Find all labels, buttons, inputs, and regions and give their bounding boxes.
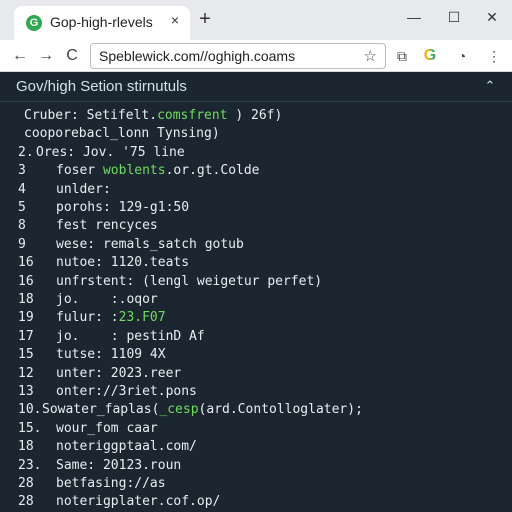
back-icon[interactable]: ← bbox=[10, 46, 30, 66]
line-text: wese: remals_satch gotub bbox=[56, 236, 244, 252]
line-number: 18 bbox=[18, 292, 34, 307]
line-number: 4 bbox=[18, 181, 26, 197]
tab-title: Gop-high-rlevels bbox=[50, 14, 153, 30]
line-text: Same: 20123.roun bbox=[56, 457, 182, 473]
line-text: fest rencyces bbox=[56, 218, 158, 234]
line-number: 13 bbox=[18, 384, 34, 399]
new-tab-button[interactable]: + bbox=[194, 9, 216, 31]
line-number: 5 bbox=[18, 200, 26, 215]
line-number: 9 bbox=[18, 236, 26, 252]
code-line: 4 unlder: bbox=[0, 182, 512, 200]
line-text: betfasing://as bbox=[56, 476, 166, 491]
address-bar-url: Speblewick.com//oghigh.coams bbox=[99, 48, 296, 64]
highlighted-token: woblents bbox=[102, 163, 166, 179]
tab-favicon-icon: G bbox=[26, 15, 42, 31]
code-line: 2. Ores: Jov. '75 line bbox=[0, 145, 512, 163]
line-text: nutoe: 1120.teats bbox=[56, 255, 190, 271]
line-number: 18 bbox=[18, 439, 34, 455]
tab-close-icon[interactable]: × bbox=[166, 11, 184, 29]
code-line: Cruber: Setifelt.comsfrent ) 26f) bbox=[0, 108, 512, 126]
code-line: 18 jo. :.oqor bbox=[0, 292, 512, 310]
line-text: Ores: Jov. '75 line bbox=[36, 144, 185, 160]
line-text: porohs: 129-g1:50 bbox=[56, 200, 190, 215]
line-text: cooporebacl_lonn Tynsing) bbox=[24, 126, 220, 142]
extension-icon[interactable]: ⧉ bbox=[392, 46, 412, 66]
code-line: cooporebacl_lonn Tynsing) bbox=[0, 126, 512, 144]
line-number: 15 bbox=[18, 347, 34, 363]
code-line: 16 nutoe: 1120.teats bbox=[0, 255, 512, 273]
google-extension-icon[interactable]: G bbox=[420, 46, 440, 66]
code-line: 10. Sowater_faplas(_cesp(ard.Contolloglat… bbox=[0, 402, 512, 420]
browser-toolbar: ← → C Speblewick.com//oghigh.coams ☆ ⧉ G… bbox=[0, 40, 512, 72]
code-line: 5 porohs: 129-g1:50 bbox=[0, 200, 512, 218]
minimize-button[interactable]: — bbox=[400, 6, 428, 28]
code-line: 17 jo. : pestinD Af bbox=[0, 329, 512, 347]
line-number: 23. bbox=[18, 457, 42, 473]
line-text: Cruber: Setifelt.comsfrent ) 26f) bbox=[24, 108, 283, 123]
line-text: foser woblents.or.gt.Colde bbox=[56, 163, 260, 179]
code-line: 3 foser woblents.or.gt.Colde bbox=[0, 163, 512, 181]
code-line: 15. wour_fom caar bbox=[0, 421, 512, 439]
line-text: tutse: 1109 4X bbox=[56, 347, 166, 363]
profile-icon[interactable]: ◔ bbox=[452, 46, 472, 66]
code-line: 12 unter: 2023.reer bbox=[0, 366, 512, 384]
code-line: 9 wese: remals_satch gotub bbox=[0, 237, 512, 255]
bookmark-star-icon[interactable]: ☆ bbox=[364, 47, 377, 65]
code-panel: Gov/high Setion stirnutuls ⌃ Cruber: Set… bbox=[0, 72, 512, 512]
highlighted-token: _cesp bbox=[159, 402, 199, 418]
forward-icon[interactable]: → bbox=[36, 46, 56, 66]
line-number: 8 bbox=[18, 218, 26, 234]
line-text: Sowater_faplas(_cesp(ard.Contolloglater)… bbox=[42, 402, 363, 418]
highlighted-token: 23.F07 bbox=[118, 310, 166, 326]
code-line: 18 noteriggptaal.com/ bbox=[0, 439, 512, 457]
line-number: 16 bbox=[18, 255, 34, 271]
code-line: 15 tutse: 1109 4X bbox=[0, 347, 512, 365]
line-number: 28 bbox=[18, 494, 34, 510]
reload-icon[interactable]: C bbox=[62, 46, 82, 66]
window-close-button[interactable]: ✕ bbox=[478, 6, 506, 28]
code-line: 28 betfasing://as bbox=[0, 476, 512, 494]
line-text: unlder: bbox=[56, 181, 111, 197]
line-text: unter: 2023.reer bbox=[56, 365, 182, 381]
chevron-up-icon[interactable]: ⌃ bbox=[482, 78, 498, 94]
line-text: fulur: :23.F07 bbox=[56, 310, 166, 326]
code-line: 23. Same: 20123.roun bbox=[0, 458, 512, 476]
code-line: 28 noterigplater.cof.op/ bbox=[0, 494, 512, 512]
line-text: wour_fom caar bbox=[56, 420, 158, 436]
line-number: 15. bbox=[18, 420, 42, 436]
maximize-button[interactable]: ☐ bbox=[440, 6, 468, 28]
line-text: jo. : pestinD Af bbox=[56, 328, 205, 344]
tab-strip: G Gop-high-rlevels × + — ☐ ✕ bbox=[0, 0, 512, 40]
line-text: onter://3riet.pons bbox=[56, 384, 197, 399]
code-line: 8 fest rencyces bbox=[0, 218, 512, 236]
line-number: 12 bbox=[18, 365, 34, 381]
line-text: noterigplater.cof.op/ bbox=[56, 494, 221, 510]
menu-icon[interactable]: ⋮ bbox=[484, 46, 504, 66]
code-line: 13 onter://3riet.pons bbox=[0, 384, 512, 402]
line-text: noteriggptaal.com/ bbox=[56, 439, 197, 455]
active-tab[interactable]: G Gop-high-rlevels × bbox=[14, 6, 190, 40]
line-number: 17 bbox=[18, 328, 34, 344]
line-number: 28 bbox=[18, 476, 34, 491]
panel-title: Gov/high Setion stirnutuls bbox=[16, 78, 187, 95]
code-line: 19 fulur: :23.F07 bbox=[0, 310, 512, 328]
line-text: unfrstent: (lengl weigetur perfet) bbox=[56, 273, 323, 289]
code-line: 16 unfrstent: (lengl weigetur perfet) bbox=[0, 274, 512, 292]
line-number: 16 bbox=[18, 273, 34, 289]
divider bbox=[0, 101, 512, 102]
line-text: jo. :.oqor bbox=[56, 292, 158, 307]
line-number: 19 bbox=[18, 310, 34, 326]
highlighted-token: comsfrent bbox=[157, 108, 228, 123]
line-number: 3 bbox=[18, 163, 26, 179]
address-bar[interactable]: Speblewick.com//oghigh.coams ☆ bbox=[90, 43, 386, 69]
